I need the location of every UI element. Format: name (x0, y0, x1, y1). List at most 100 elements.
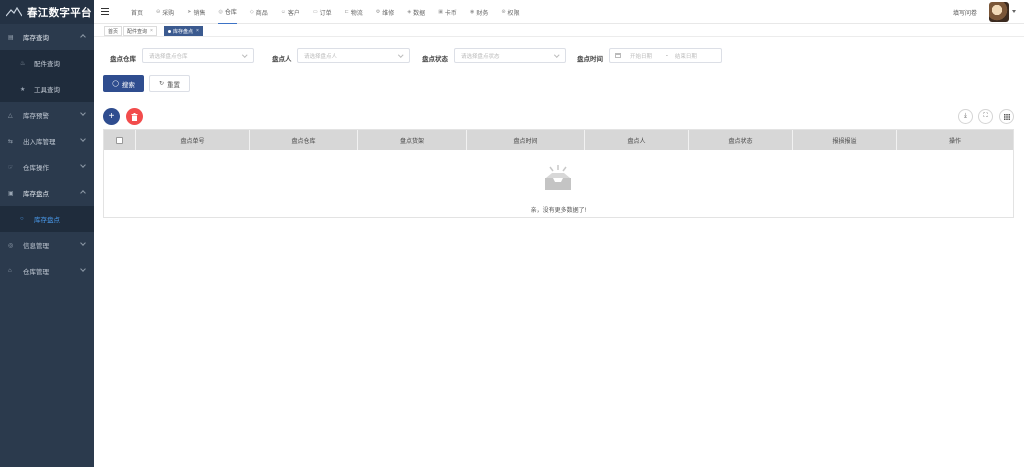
refresh-icon: ↻ (158, 81, 165, 87)
sidebar-group-inventory-query[interactable]: ▤ 库存查询 (0, 24, 94, 50)
tab-home[interactable]: 首页 (104, 26, 123, 36)
reset-button[interactable]: ↻ 重置 (149, 75, 190, 92)
sidebar-group-label: 仓库管理 (23, 269, 49, 276)
warehouse-select[interactable]: 请选择盘点仓库 (142, 48, 254, 63)
fullscreen-button[interactable]: ⛶ (978, 109, 993, 124)
topnav-home[interactable]: 首页 (131, 0, 143, 24)
avatar[interactable] (989, 2, 1009, 22)
send-icon: ➤ (187, 9, 192, 15)
topnav-label: 权限 (507, 10, 520, 17)
person-filter-label: 盘点人 (272, 56, 292, 63)
columns-button[interactable] (999, 109, 1014, 124)
column-header[interactable]: 盘点单号 (136, 130, 250, 150)
warning-icon: △ (8, 112, 13, 119)
range-separator: - (666, 52, 668, 59)
topnav-repair[interactable]: ⚙ 维修 (376, 0, 395, 24)
chevron-up-icon (80, 34, 86, 40)
tab-parts-query[interactable]: 配件查询 × (123, 26, 157, 36)
search-icon: ◯ (112, 81, 119, 87)
tab-label: 库存盘点 (173, 28, 194, 35)
chevron-down-icon (80, 162, 86, 168)
add-button[interactable]: + (103, 108, 120, 125)
exchange-icon: ⇆ (8, 138, 14, 145)
grid-icon (1003, 113, 1010, 120)
search-button-label: 搜索 (121, 81, 135, 89)
sidebar-item-parts-query[interactable]: ♨ 配件查询 (0, 50, 94, 76)
column-header[interactable]: 盘点状态 (689, 130, 793, 150)
chevron-down-icon (80, 136, 86, 142)
close-icon[interactable]: × (196, 28, 199, 34)
chevron-down-icon (241, 52, 247, 58)
info-icon: ◎ (8, 242, 14, 249)
chart-icon: ◈ (407, 9, 412, 15)
brand[interactable]: 春江数字平台 (0, 0, 94, 24)
column-header[interactable]: 报损报溢 (793, 130, 897, 150)
topnav-customers[interactable]: ☺ 客户 (281, 0, 300, 24)
topnav-label: 卡币 (444, 10, 457, 17)
survey-link[interactable]: 填写问卷 (953, 8, 977, 17)
end-date-input[interactable]: 结束日期 (675, 52, 697, 60)
cart-icon: ⊖ (156, 9, 161, 15)
column-header[interactable]: 盘点仓库 (250, 130, 358, 150)
chevron-down-icon (80, 266, 86, 272)
top-header: 首页 ⊖ 采购 ➤ 销售 ◎ 仓库 ◇ 商品 ☺ 客户 ▭ 订单 ⊏ 物流 ⚙ 维修 ◈ 数据 ▣… (94, 0, 1024, 24)
sidebar-group-info-mgmt[interactable]: ◎ 信息管理 (0, 232, 94, 258)
sidebar-group-stocktaking[interactable]: ▣ 库存盘点 (0, 180, 94, 206)
sidebar-item-tools-query[interactable]: ★ 工具查询 (0, 76, 94, 102)
hamburger-menu-icon[interactable] (101, 8, 109, 15)
caret-down-icon[interactable] (1012, 10, 1016, 13)
topnav-products[interactable]: ◇ 商品 (250, 0, 268, 24)
topnav-logistics[interactable]: ⊏ 物流 (345, 0, 363, 24)
warehouse-filter-label: 盘点仓库 (110, 56, 136, 63)
topnav-finance[interactable]: ◉ 财务 (470, 0, 488, 24)
sidebar-group-warehouse-mgmt[interactable]: ⌂ 仓库管理 (0, 258, 94, 284)
warehouse-icon: ◎ (218, 8, 223, 15)
sidebar-group-in-out[interactable]: ⇆ 出入库管理 (0, 128, 94, 154)
empty-text: 亲，没有更多数据了! (530, 208, 587, 214)
topnav-label: 仓库 (224, 10, 237, 16)
sidebar-group-label: 库存查询 (23, 35, 49, 42)
topnav-sales[interactable]: ➤ 销售 (187, 0, 205, 24)
topnav-coins[interactable]: ▣ 卡币 (438, 0, 457, 24)
warehouse-icon: ⌂ (8, 268, 12, 274)
chevron-down-icon (553, 52, 559, 58)
column-header[interactable]: 盘点时间 (467, 130, 585, 150)
topnav-warehouse[interactable]: ◎ 仓库 (218, 0, 237, 24)
topnav-orders[interactable]: ▭ 订单 (313, 0, 332, 24)
export-button[interactable]: ⤓ (958, 109, 973, 124)
date-range-picker[interactable]: 开始日期 - 结束日期 (609, 48, 722, 63)
select-all-cell (104, 130, 136, 150)
close-icon[interactable]: × (150, 28, 153, 34)
topnav-label: 数据 (413, 10, 426, 17)
tag-icon: ◇ (249, 9, 254, 15)
submenu-stocktaking: ○ 库存盘点 (0, 206, 94, 232)
sidebar-item-stocktaking[interactable]: ○ 库存盘点 (0, 206, 94, 232)
topnav-permissions[interactable]: ⊛ 权限 (501, 0, 519, 24)
delete-button[interactable] (126, 108, 143, 125)
start-date-input[interactable]: 开始日期 (630, 52, 652, 60)
tab-label: 配件查询 (127, 28, 148, 35)
wrench-icon: ⚙ (375, 9, 381, 15)
calendar-icon (615, 53, 621, 58)
sidebar-group-warehouse-ops[interactable]: ☞ 仓库操作 (0, 154, 94, 180)
column-header[interactable]: 盘点货架 (358, 130, 467, 150)
chevron-down-icon (80, 240, 86, 246)
tab-stocktaking[interactable]: 库存盘点 × (164, 26, 203, 36)
table-header: 盘点单号 盘点仓库 盘点货架 盘点时间 盘点人 盘点状态 报损报溢 操作 (104, 130, 1013, 150)
lock-icon: ⊛ (501, 9, 506, 15)
star-icon: ★ (20, 86, 26, 93)
empty-inbox-icon (545, 165, 571, 190)
topnav-label: 采购 (162, 10, 175, 17)
cursor-icon: ☞ (8, 164, 14, 171)
fullscreen-icon: ⛶ (983, 113, 988, 119)
column-header[interactable]: 操作 (897, 130, 1013, 150)
sidebar-group-inventory-warning[interactable]: △ 库存预警 (0, 102, 94, 128)
search-button[interactable]: ◯ 搜索 (103, 75, 144, 92)
select-all-checkbox[interactable] (116, 136, 123, 144)
topnav-purchase[interactable]: ⊖ 采购 (156, 0, 174, 24)
topnav-data[interactable]: ◈ 数据 (407, 0, 425, 24)
column-header[interactable]: 盘点人 (585, 130, 689, 150)
status-select[interactable]: 请选择盘点状态 (454, 48, 566, 63)
sidebar-menu: ▤ 库存查询 ♨ 配件查询 ★ 工具查询 △ 库存预警 ⇆ 出入库管理 ☞ 仓库… (0, 24, 94, 284)
person-select[interactable]: 请选择盘点人 (297, 48, 410, 63)
